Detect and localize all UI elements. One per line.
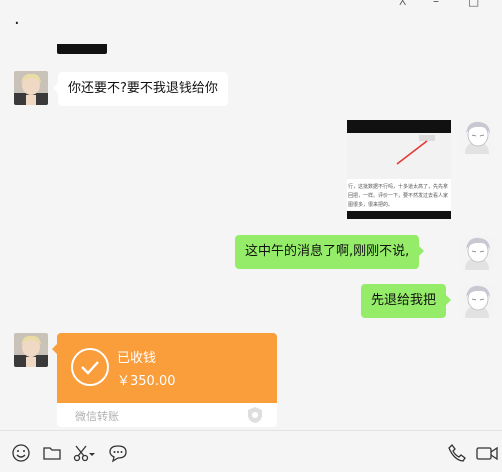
outgoing-message-2[interactable]: 先退给我把 — [361, 284, 452, 318]
my-avatar[interactable] — [460, 284, 494, 318]
phone-icon[interactable] — [447, 443, 467, 463]
chat-window: . ⩞ – □ 你还要不?要不我退钱给你 行，这批数据不行吗，十多道太高了，先先… — [0, 0, 502, 472]
input-toolbar — [0, 431, 502, 472]
outgoing-image-message[interactable]: 行，这批数据不行吗，十多道太高了，先先拿 回把，一样。评价一下，要不然发过去看人… — [347, 120, 451, 219]
contact-avatar[interactable] — [14, 333, 48, 367]
chat-bubble-icon[interactable] — [108, 443, 128, 463]
shield-icon — [248, 407, 262, 423]
check-icon — [71, 348, 109, 386]
pin-icon[interactable]: ⩞ — [399, 0, 406, 7]
contact-avatar[interactable] — [14, 71, 48, 105]
emoji-icon[interactable] — [11, 443, 31, 463]
image-text-line: 行，这批数据不行吗，十多道太高了，先先拿 — [348, 184, 449, 190]
transfer-status: 已收钱 — [117, 351, 157, 366]
chevron-down-icon[interactable] — [88, 443, 96, 463]
folder-icon[interactable] — [42, 443, 62, 463]
message-list[interactable]: 你还要不?要不我退钱给你 行，这批数据不行吗，十多道太高了，先先拿 回把，一样。… — [0, 44, 502, 430]
my-avatar[interactable] — [460, 236, 494, 270]
maximize-icon[interactable]: □ — [468, 0, 479, 7]
chat-title: . — [14, 8, 20, 29]
transfer-card[interactable]: 已收钱 ￥350.00 微信转账 — [57, 333, 277, 427]
outgoing-message-1[interactable]: 这中午的消息了啊,刚刚不说, — [235, 235, 425, 269]
image-text-line: 回把，一样。评价一下，要不然发过去看人家 — [348, 193, 449, 199]
transfer-amount: ￥350.00 — [117, 374, 176, 389]
chat-header: . ⩞ – □ — [0, 0, 502, 44]
my-avatar[interactable] — [460, 120, 494, 154]
incoming-message-1[interactable]: 你还要不?要不我退钱给你 — [53, 72, 228, 106]
transfer-footer: 微信转账 — [75, 410, 119, 423]
previous-image-message[interactable] — [57, 44, 107, 54]
video-call-icon[interactable] — [476, 443, 498, 463]
minimize-icon[interactable]: – — [433, 0, 439, 7]
image-text-line: 图很多，很来把的。 — [348, 202, 394, 208]
